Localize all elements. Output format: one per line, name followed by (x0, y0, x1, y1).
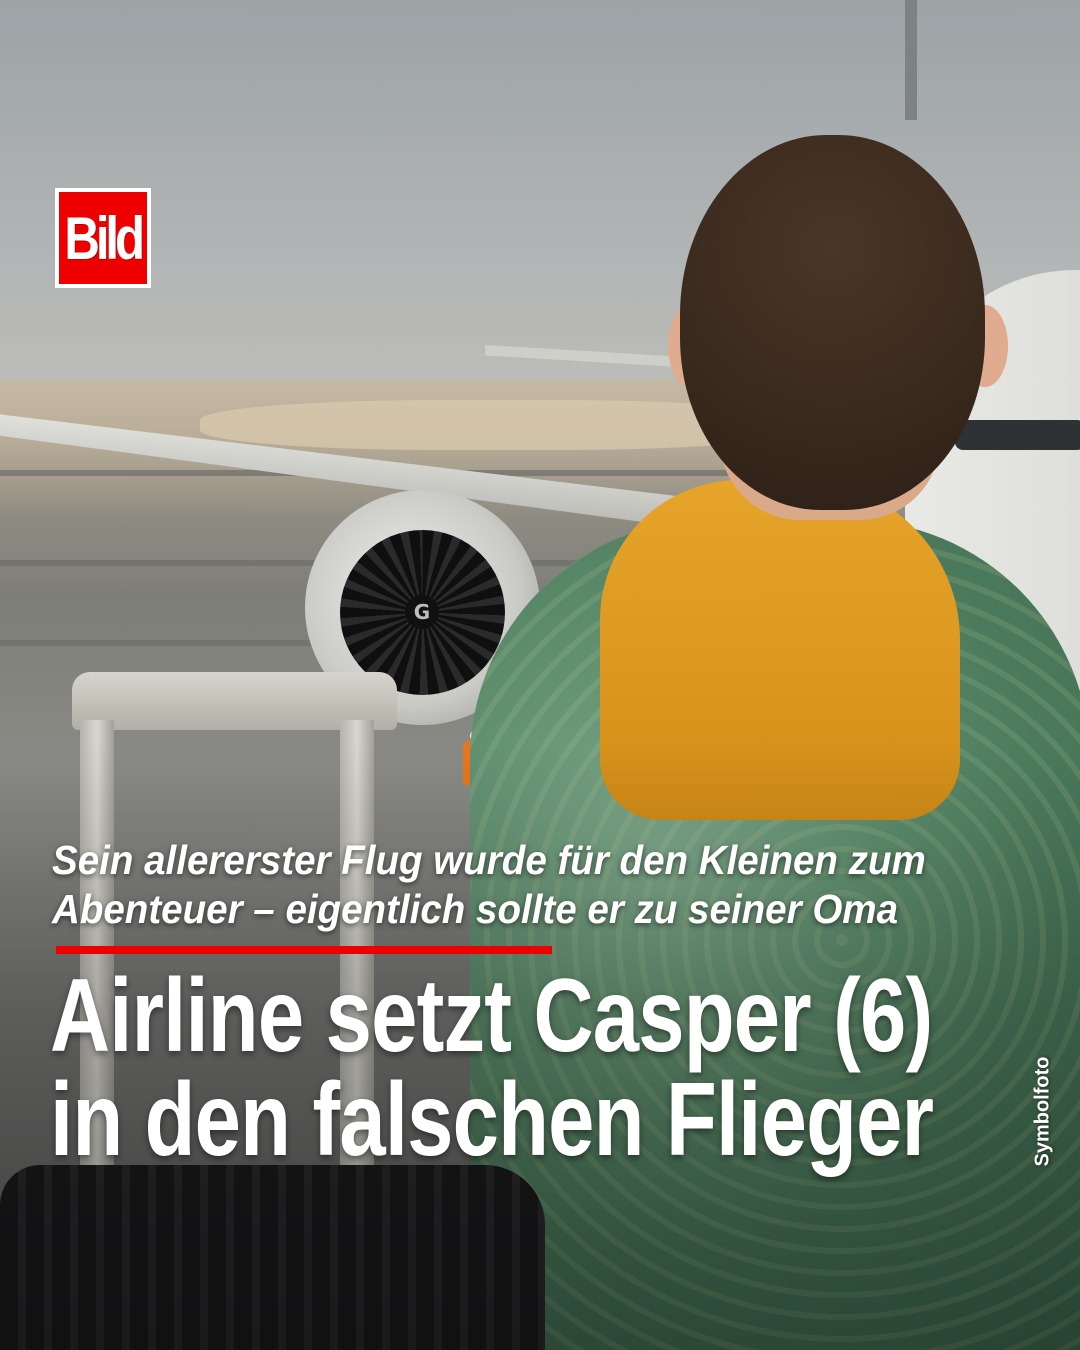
bild-logo-text: Bild (64, 204, 146, 272)
headline: Airline setzt Casper (6) in den falschen… (50, 964, 1010, 1172)
post-canvas: G Bild Sein allererster Flug wurde für d… (0, 0, 1080, 1350)
photo-credit: Symbolfoto (1031, 1056, 1054, 1167)
kicker-line-1: Sein allererster Flug wurde für den Klei… (52, 837, 926, 883)
headline-line-1: Airline setzt Casper (6) (50, 958, 933, 1074)
kicker: Sein allererster Flug wurde für den Klei… (52, 836, 1042, 934)
headline-line-2: in den falschen Flieger (50, 1062, 934, 1178)
kicker-line-2: Abenteuer – eigentlich sollte er zu sein… (52, 886, 898, 932)
bild-logo: Bild (55, 188, 151, 288)
red-divider (56, 946, 552, 954)
